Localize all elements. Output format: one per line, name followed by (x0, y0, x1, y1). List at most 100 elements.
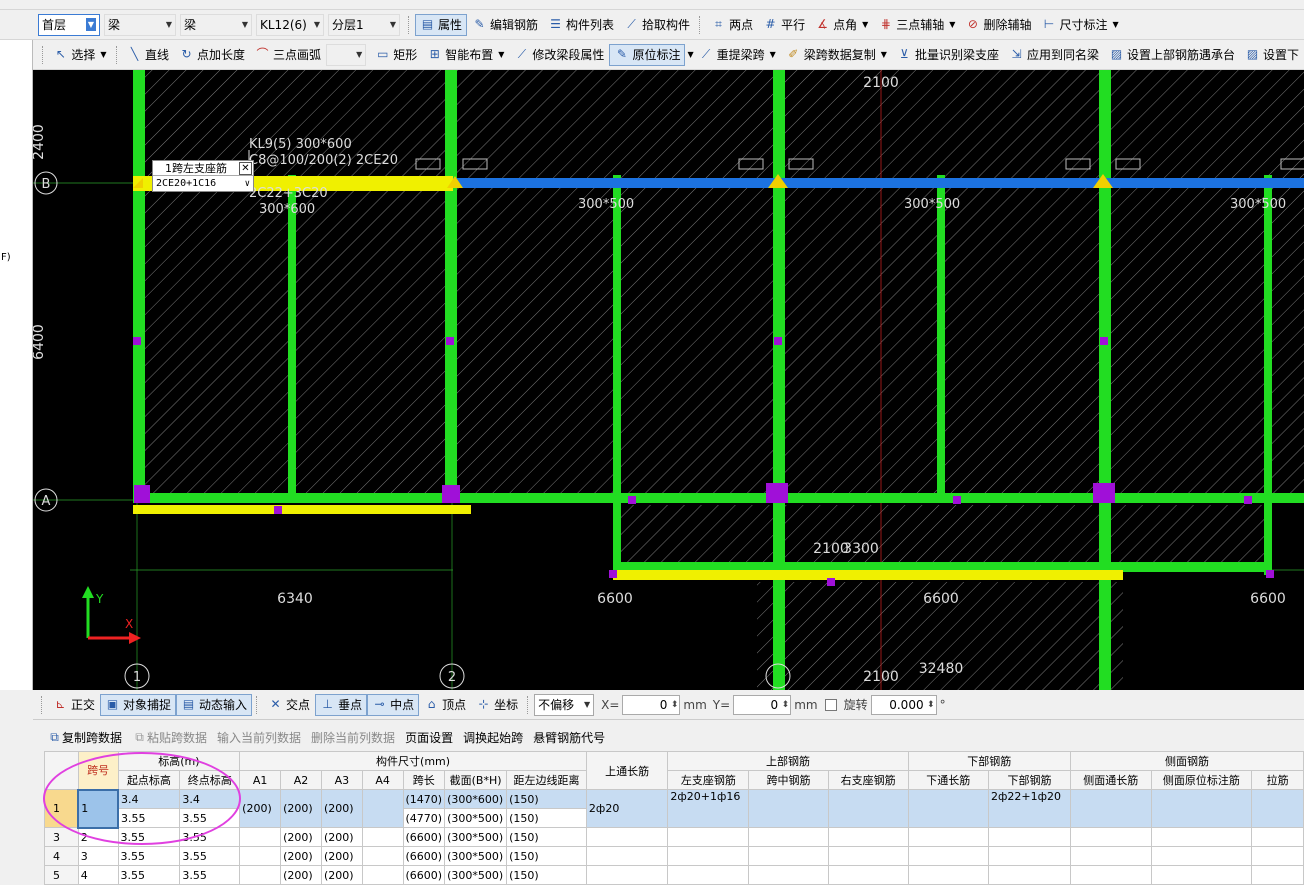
input-column-data-button[interactable]: 输入当前列数据 (217, 729, 301, 746)
page-setup-button[interactable]: 页面设置 (405, 729, 453, 746)
cell[interactable]: 3.55 (179, 846, 241, 866)
cell[interactable]: (150) (506, 789, 587, 809)
pick-component-button[interactable]: ⟋ 拾取构件 (619, 14, 695, 36)
drawing-canvas[interactable]: B A 1 2 2400 6400 6340 6600 6600 6600 21… (33, 70, 1304, 690)
cell[interactable] (748, 827, 829, 847)
cell[interactable]: 3.55 (117, 865, 181, 885)
two-point-button[interactable]: ⌗ 两点 (706, 14, 758, 36)
cell[interactable]: 3.55 (117, 846, 181, 866)
cell[interactable]: 2ф20 (585, 789, 669, 828)
cell[interactable]: 3.55 (179, 865, 241, 885)
cell[interactable] (667, 827, 750, 847)
chevron-down-icon[interactable]: ∨ (245, 179, 250, 189)
rotate-checkbox[interactable] (824, 698, 837, 711)
delete-column-data-button[interactable]: 删除当前列数据 (311, 729, 395, 746)
type-select-1[interactable]: 梁 ▼ (104, 13, 176, 36)
cell[interactable] (827, 846, 909, 866)
cell[interactable]: (4770) (402, 808, 446, 828)
cell[interactable]: (150) (506, 827, 587, 847)
copy-span-data-button[interactable]: ✐ 梁跨数据复制 ▼ (781, 44, 892, 66)
three-point-arc-button[interactable]: ⌒ 三点画弧 (250, 44, 326, 66)
cell[interactable]: (200) (320, 865, 363, 885)
cell[interactable] (585, 846, 669, 866)
in-situ-tooltip[interactable]: 1跨左支座筋 ✕ 2CE20+1C16 ∨ (152, 160, 254, 192)
cell[interactable] (907, 789, 990, 828)
cell[interactable]: (150) (506, 865, 587, 885)
in-situ-annotation-button[interactable]: ✎ 原位标注 (609, 43, 686, 66)
cell[interactable] (667, 846, 750, 866)
cell[interactable] (1251, 865, 1304, 885)
smart-layout-button[interactable]: ⊞ 智能布置 ▼ (422, 44, 509, 66)
component-select[interactable]: KL12(6) ▼ (256, 13, 324, 36)
cell[interactable]: (200) (239, 789, 282, 828)
cell[interactable]: (200) (320, 789, 363, 828)
cell[interactable] (988, 846, 1071, 866)
point-angle-button[interactable]: ∡ 点角 ▼ (810, 14, 873, 36)
rectangle-button[interactable]: ▭ 矩形 (370, 44, 422, 66)
ortho-button[interactable]: ⊾ 正交 (48, 694, 100, 716)
cell[interactable]: (150) (506, 846, 587, 866)
reextract-span-button[interactable]: ⟋ 重提梁跨 ▼ (694, 44, 781, 66)
table-row[interactable]: 5 4 3.55 3.55 (200) (200) (6600) (300*50… (44, 865, 1304, 885)
cell[interactable]: (200) (320, 846, 363, 866)
cell[interactable] (988, 865, 1071, 885)
select-button[interactable]: ↖ 选择 ▼ (48, 44, 111, 66)
properties-button[interactable]: ▤ 属性 (415, 13, 468, 36)
apply-same-name-button[interactable]: ⇲ 应用到同名梁 (1004, 44, 1104, 66)
cell[interactable] (1150, 789, 1253, 828)
cell[interactable]: 3.55 (117, 827, 181, 847)
cell[interactable] (1251, 846, 1304, 866)
cell[interactable]: (300*500) (444, 827, 508, 847)
dynamic-input-button[interactable]: ▤ 动态输入 (176, 693, 253, 716)
vertex-button[interactable]: ⌂ 顶点 (419, 694, 471, 716)
rotate-input[interactable]: 0.000 (870, 694, 937, 715)
paste-span-data-button[interactable]: 粘贴跨数据 (147, 729, 207, 746)
cell[interactable] (748, 846, 829, 866)
cell[interactable] (907, 827, 990, 847)
cell[interactable]: (200) (280, 865, 322, 885)
cell[interactable]: (200) (280, 789, 322, 828)
cell[interactable] (748, 789, 829, 828)
span-cell[interactable]: 4 (77, 865, 119, 885)
perpendicular-button[interactable]: ⊥ 垂点 (315, 693, 368, 716)
cell[interactable] (907, 865, 990, 885)
cell[interactable] (1251, 827, 1304, 847)
cell[interactable] (1069, 865, 1152, 885)
cell[interactable] (988, 827, 1071, 847)
cell[interactable] (1150, 865, 1253, 885)
component-list-button[interactable]: ☰ 构件列表 (543, 14, 619, 36)
cell[interactable] (1069, 846, 1152, 866)
cell[interactable] (239, 865, 282, 885)
span-cell[interactable]: 3 (77, 846, 119, 866)
cell[interactable] (361, 865, 404, 885)
cell[interactable]: (300*500) (444, 846, 508, 866)
cell[interactable] (361, 789, 404, 828)
cell[interactable]: (150) (506, 808, 587, 828)
cell[interactable] (239, 846, 282, 866)
bottom-rebar-button[interactable]: ▨ 设置下 (1240, 44, 1304, 66)
type-select-2[interactable]: 梁 ▼ (180, 13, 252, 36)
span-cell[interactable]: 1 (77, 788, 120, 829)
cell[interactable]: (6600) (402, 865, 446, 885)
object-snap-button[interactable]: ▣ 对象捕捉 (100, 693, 177, 716)
cell[interactable] (361, 846, 404, 866)
cell[interactable]: 3.4 (179, 789, 241, 809)
cell[interactable] (667, 865, 750, 885)
copy-span-data-button[interactable]: 复制跨数据 (62, 729, 122, 746)
span-cell[interactable]: 2 (77, 827, 119, 847)
cell[interactable] (748, 865, 829, 885)
cell[interactable] (585, 865, 669, 885)
cell[interactable] (827, 865, 909, 885)
cell[interactable] (239, 827, 282, 847)
cell[interactable] (827, 789, 909, 828)
close-icon[interactable]: ✕ (239, 161, 252, 175)
table-row[interactable]: 3 2 3.55 3.55 (200) (200) (6600) (300*50… (44, 827, 1304, 847)
cell[interactable]: (6600) (402, 827, 446, 847)
top-rebar-cap-button[interactable]: ▨ 设置上部钢筋遇承台 (1104, 44, 1240, 66)
cell[interactable]: (200) (320, 827, 363, 847)
x-input[interactable]: 0 (622, 694, 681, 715)
cell[interactable] (1150, 827, 1253, 847)
delete-axis-button[interactable]: ⊘ 删除辅轴 (960, 14, 1036, 36)
cell[interactable]: 3.4 (117, 789, 181, 809)
cell[interactable]: (300*600) (444, 789, 508, 809)
